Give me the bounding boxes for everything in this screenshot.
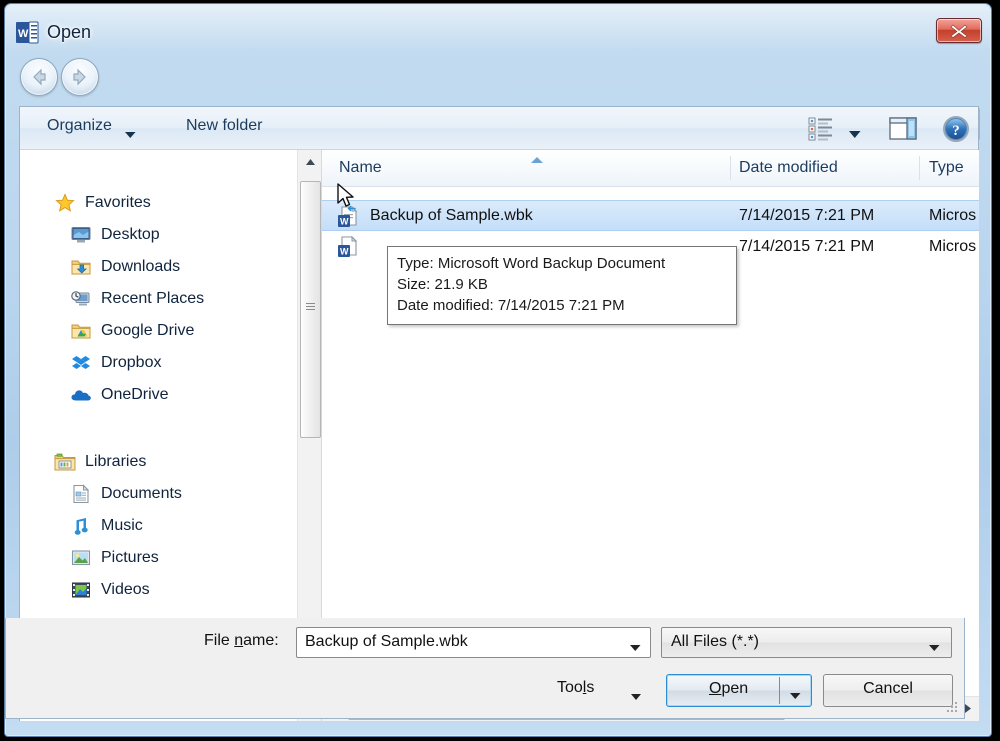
title-bar: W Open (5, 4, 993, 48)
svg-text:W: W (340, 217, 349, 227)
open-split-divider (779, 677, 780, 704)
sidebar-item-label: Dropbox (101, 354, 161, 372)
word-icon: W (16, 21, 39, 44)
organize-button[interactable]: Organize (47, 117, 112, 135)
forward-button[interactable] (61, 58, 99, 96)
sidebar-item-label: Favorites (85, 194, 151, 212)
back-button[interactable] (20, 58, 58, 96)
column-header-row: Name Date modified Type (322, 150, 979, 187)
sidebar-item-downloads[interactable]: Downloads (20, 252, 297, 282)
downloads-folder-icon (70, 256, 92, 278)
libraries-icon (54, 451, 76, 473)
sidebar-item-libraries[interactable]: Libraries (20, 447, 297, 477)
sidebar-item-recent-places[interactable]: Recent Places (20, 284, 297, 314)
google-drive-folder-icon (70, 320, 92, 342)
svg-text:?: ? (952, 123, 960, 139)
tooltip-date-line: Date modified: 7/14/2015 7:21 PM (397, 295, 727, 316)
file-type-cell: Micros (929, 207, 976, 225)
svg-text:W: W (18, 28, 29, 40)
forward-arrow-icon (69, 66, 91, 88)
music-note-icon (70, 515, 92, 537)
sidebar-item-label: Pictures (101, 549, 159, 567)
file-name-value: Backup of Sample.wbk (305, 633, 468, 651)
sidebar-item-google-drive[interactable]: Google Drive (20, 316, 297, 346)
chevron-down-icon[interactable] (848, 126, 862, 144)
open-button-label: Open (709, 680, 748, 698)
sidebar-item-label: Downloads (101, 258, 180, 276)
file-name-cell: Backup of Sample.wbk (370, 207, 533, 225)
column-divider[interactable] (919, 156, 920, 180)
sidebar-item-pictures[interactable]: Pictures (20, 543, 297, 573)
new-folder-button[interactable]: New folder (186, 117, 262, 135)
sidebar-item-label: Google Drive (101, 322, 194, 340)
dialog-footer: File name: Backup of Sample.wbk All File… (5, 618, 965, 719)
sidebar-item-onedrive[interactable]: OneDrive (20, 380, 297, 410)
tooltip-type-line: Type: Microsoft Word Backup Document (397, 253, 727, 274)
column-header-name[interactable]: Name (339, 159, 382, 177)
sidebar-item-label: Videos (101, 581, 150, 599)
file-type-dropdown[interactable]: All Files (*.*) (661, 627, 952, 658)
command-bar: Organize New folder (20, 107, 978, 150)
sidebar-item-label: Recent Places (101, 290, 204, 308)
column-header-type[interactable]: Type (929, 159, 964, 177)
open-button[interactable]: Open (666, 674, 812, 707)
mouse-cursor-icon (337, 183, 357, 216)
chevron-down-icon[interactable] (630, 688, 642, 706)
sidebar-item-music[interactable]: Music (20, 511, 297, 541)
word-document-icon: W (336, 235, 360, 259)
chevron-down-icon[interactable] (124, 126, 137, 144)
chevron-down-icon[interactable] (629, 639, 642, 657)
window-title: Open (47, 22, 91, 43)
scroll-grip-icon (306, 303, 315, 312)
sidebar-item-label: Libraries (85, 453, 146, 471)
table-row[interactable]: W Backup of Sample.wbk 7/14/2015 7:21 PM… (322, 200, 979, 231)
onedrive-cloud-icon (70, 384, 92, 406)
dropbox-icon (70, 352, 92, 374)
sidebar-item-label: Desktop (101, 226, 160, 244)
file-type-value: All Files (*.*) (671, 633, 759, 651)
help-icon[interactable]: ? (942, 115, 970, 143)
sidebar-item-videos[interactable]: Videos (20, 575, 297, 605)
sidebar-item-desktop[interactable]: Desktop (20, 220, 297, 250)
file-date-cell: 7/14/2015 7:21 PM (739, 207, 874, 225)
chevron-down-icon[interactable] (789, 687, 802, 705)
open-dialog-window: W Open (4, 3, 992, 737)
scroll-up-arrow-icon[interactable] (298, 150, 322, 174)
ascending-sort-icon (529, 151, 545, 169)
sidebar-item-favorites[interactable]: Favorites (20, 188, 297, 218)
list-view-icon[interactable] (806, 115, 840, 142)
back-arrow-icon (28, 66, 50, 88)
sidebar-item-dropbox[interactable]: Dropbox (20, 348, 297, 378)
resize-grip-icon[interactable] (947, 702, 959, 714)
file-tooltip: Type: Microsoft Word Backup Document Siz… (387, 246, 737, 325)
videos-film-icon (70, 579, 92, 601)
documents-library-icon (70, 483, 92, 505)
file-type-cell: Micros (929, 238, 976, 256)
column-header-date-modified[interactable]: Date modified (739, 159, 838, 177)
star-icon (54, 192, 76, 214)
navpane-scroll-thumb[interactable] (300, 181, 321, 438)
cancel-button[interactable]: Cancel (823, 674, 953, 707)
address-bar-row: « Lori ▶ My Documents ▶ My Work (5, 52, 993, 100)
pictures-library-icon (70, 547, 92, 569)
recent-places-icon (70, 288, 92, 310)
file-name-label: File name: (204, 632, 279, 650)
preview-pane-icon[interactable] (886, 115, 920, 142)
svg-text:W: W (340, 247, 349, 257)
close-button[interactable] (936, 18, 982, 43)
cancel-button-label: Cancel (824, 680, 952, 698)
tools-button[interactable]: Tools (557, 679, 594, 697)
sidebar-item-label: Music (101, 517, 143, 535)
desktop-icon (70, 224, 92, 246)
sidebar-item-label: Documents (101, 485, 182, 503)
file-name-input[interactable]: Backup of Sample.wbk (296, 627, 651, 658)
column-divider[interactable] (730, 156, 731, 180)
chevron-down-icon[interactable] (928, 639, 941, 657)
sidebar-item-documents[interactable]: Documents (20, 479, 297, 509)
sidebar-item-label: OneDrive (101, 386, 169, 404)
file-date-cell: 7/14/2015 7:21 PM (739, 238, 874, 256)
tooltip-size-line: Size: 21.9 KB (397, 274, 727, 295)
